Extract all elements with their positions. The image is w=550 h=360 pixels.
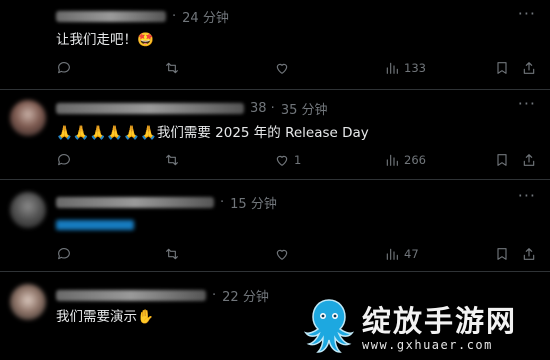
more-options-button[interactable]: ··· bbox=[518, 186, 536, 205]
share-icon bbox=[523, 154, 535, 166]
views-button[interactable]: 133 bbox=[384, 59, 426, 77]
bookmark-icon bbox=[497, 154, 507, 166]
action-bar: 47 bbox=[56, 245, 535, 263]
site-watermark: 绽放手游网 www.gxhuaer.com bbox=[296, 294, 550, 360]
timestamp[interactable]: 15 分钟 bbox=[230, 193, 277, 212]
bookmark-icon bbox=[497, 62, 507, 74]
author-name[interactable] bbox=[56, 102, 244, 114]
action-bar: 1 266 bbox=[56, 151, 535, 169]
share-button[interactable] bbox=[521, 245, 537, 263]
timestamp-prefix: · bbox=[212, 287, 217, 303]
reply-icon bbox=[58, 154, 70, 166]
views-button[interactable]: 266 bbox=[384, 151, 426, 169]
author-name[interactable] bbox=[56, 10, 166, 22]
timestamp-prefix: · bbox=[172, 8, 177, 24]
more-options-button[interactable]: ··· bbox=[518, 94, 536, 113]
view-count: 266 bbox=[404, 153, 426, 167]
bookmark-button[interactable] bbox=[494, 245, 510, 263]
retweet-icon bbox=[166, 248, 178, 260]
like-button[interactable] bbox=[274, 59, 294, 77]
bookmark-button[interactable] bbox=[494, 59, 510, 77]
heart-icon bbox=[276, 155, 288, 166]
retweet-button[interactable] bbox=[164, 151, 184, 169]
share-button[interactable] bbox=[521, 59, 537, 77]
avatar[interactable] bbox=[10, 192, 46, 228]
analytics-icon bbox=[386, 62, 398, 74]
share-button[interactable] bbox=[521, 151, 537, 169]
view-count: 133 bbox=[404, 61, 426, 75]
share-icon bbox=[523, 248, 535, 260]
share-icon bbox=[523, 62, 535, 74]
heart-icon bbox=[276, 63, 288, 74]
post-text: 我们需要演示✋ bbox=[56, 309, 154, 325]
timestamp[interactable]: 24 分钟 bbox=[182, 7, 229, 26]
watermark-url: www.gxhuaer.com bbox=[362, 338, 493, 352]
timestamp[interactable]: 22 分钟 bbox=[222, 286, 269, 305]
post-3[interactable]: · 15 分钟 ··· 47 bbox=[0, 180, 550, 272]
heart-icon bbox=[276, 249, 288, 260]
post-2[interactable]: 38 · 35 分钟 ··· 🙏🙏🙏🙏🙏🙏我们需要 2025 年的 Releas… bbox=[0, 90, 550, 180]
timestamp-prefix: · bbox=[220, 194, 225, 210]
reply-button[interactable] bbox=[56, 245, 76, 263]
retweet-icon bbox=[166, 62, 178, 74]
post-text: 让我们走吧！🤩 bbox=[56, 32, 154, 48]
retweet-button[interactable] bbox=[164, 59, 184, 77]
post-link[interactable] bbox=[56, 220, 134, 230]
analytics-icon bbox=[386, 154, 398, 166]
reply-button[interactable] bbox=[56, 59, 76, 77]
more-options-button[interactable]: ··· bbox=[518, 4, 536, 23]
like-button[interactable]: 1 bbox=[274, 151, 301, 169]
author-name[interactable] bbox=[56, 196, 214, 208]
bookmark-button[interactable] bbox=[494, 151, 510, 169]
timestamp[interactable]: 35 分钟 bbox=[281, 99, 328, 118]
post-header: · 24 分钟 bbox=[56, 7, 229, 26]
post-text: 🙏🙏🙏🙏🙏🙏我们需要 2025 年的 Release Day bbox=[56, 125, 369, 141]
octopus-logo-icon bbox=[304, 299, 354, 353]
avatar[interactable] bbox=[10, 100, 46, 136]
analytics-icon bbox=[386, 248, 398, 260]
reply-button[interactable] bbox=[56, 151, 76, 169]
action-bar: 133 bbox=[56, 59, 535, 77]
post-1[interactable]: · 24 分钟 ··· 让我们走吧！🤩 133 bbox=[0, 0, 550, 90]
like-button[interactable] bbox=[274, 245, 294, 263]
reply-icon bbox=[58, 248, 70, 260]
post-header: · 15 分钟 bbox=[56, 193, 277, 212]
retweet-button[interactable] bbox=[164, 245, 184, 263]
author-name[interactable] bbox=[56, 289, 206, 301]
like-count: 1 bbox=[294, 153, 302, 167]
post-header: · 22 分钟 bbox=[56, 286, 269, 305]
views-button[interactable]: 47 bbox=[384, 245, 419, 263]
bookmark-icon bbox=[497, 248, 507, 260]
watermark-title: 绽放手游网 bbox=[362, 304, 518, 338]
timestamp-prefix: 38 · bbox=[250, 100, 275, 116]
reply-icon bbox=[58, 62, 70, 74]
retweet-icon bbox=[166, 154, 178, 166]
view-count: 47 bbox=[404, 247, 419, 261]
post-header: 38 · 35 分钟 bbox=[56, 99, 328, 118]
avatar[interactable] bbox=[10, 284, 46, 320]
